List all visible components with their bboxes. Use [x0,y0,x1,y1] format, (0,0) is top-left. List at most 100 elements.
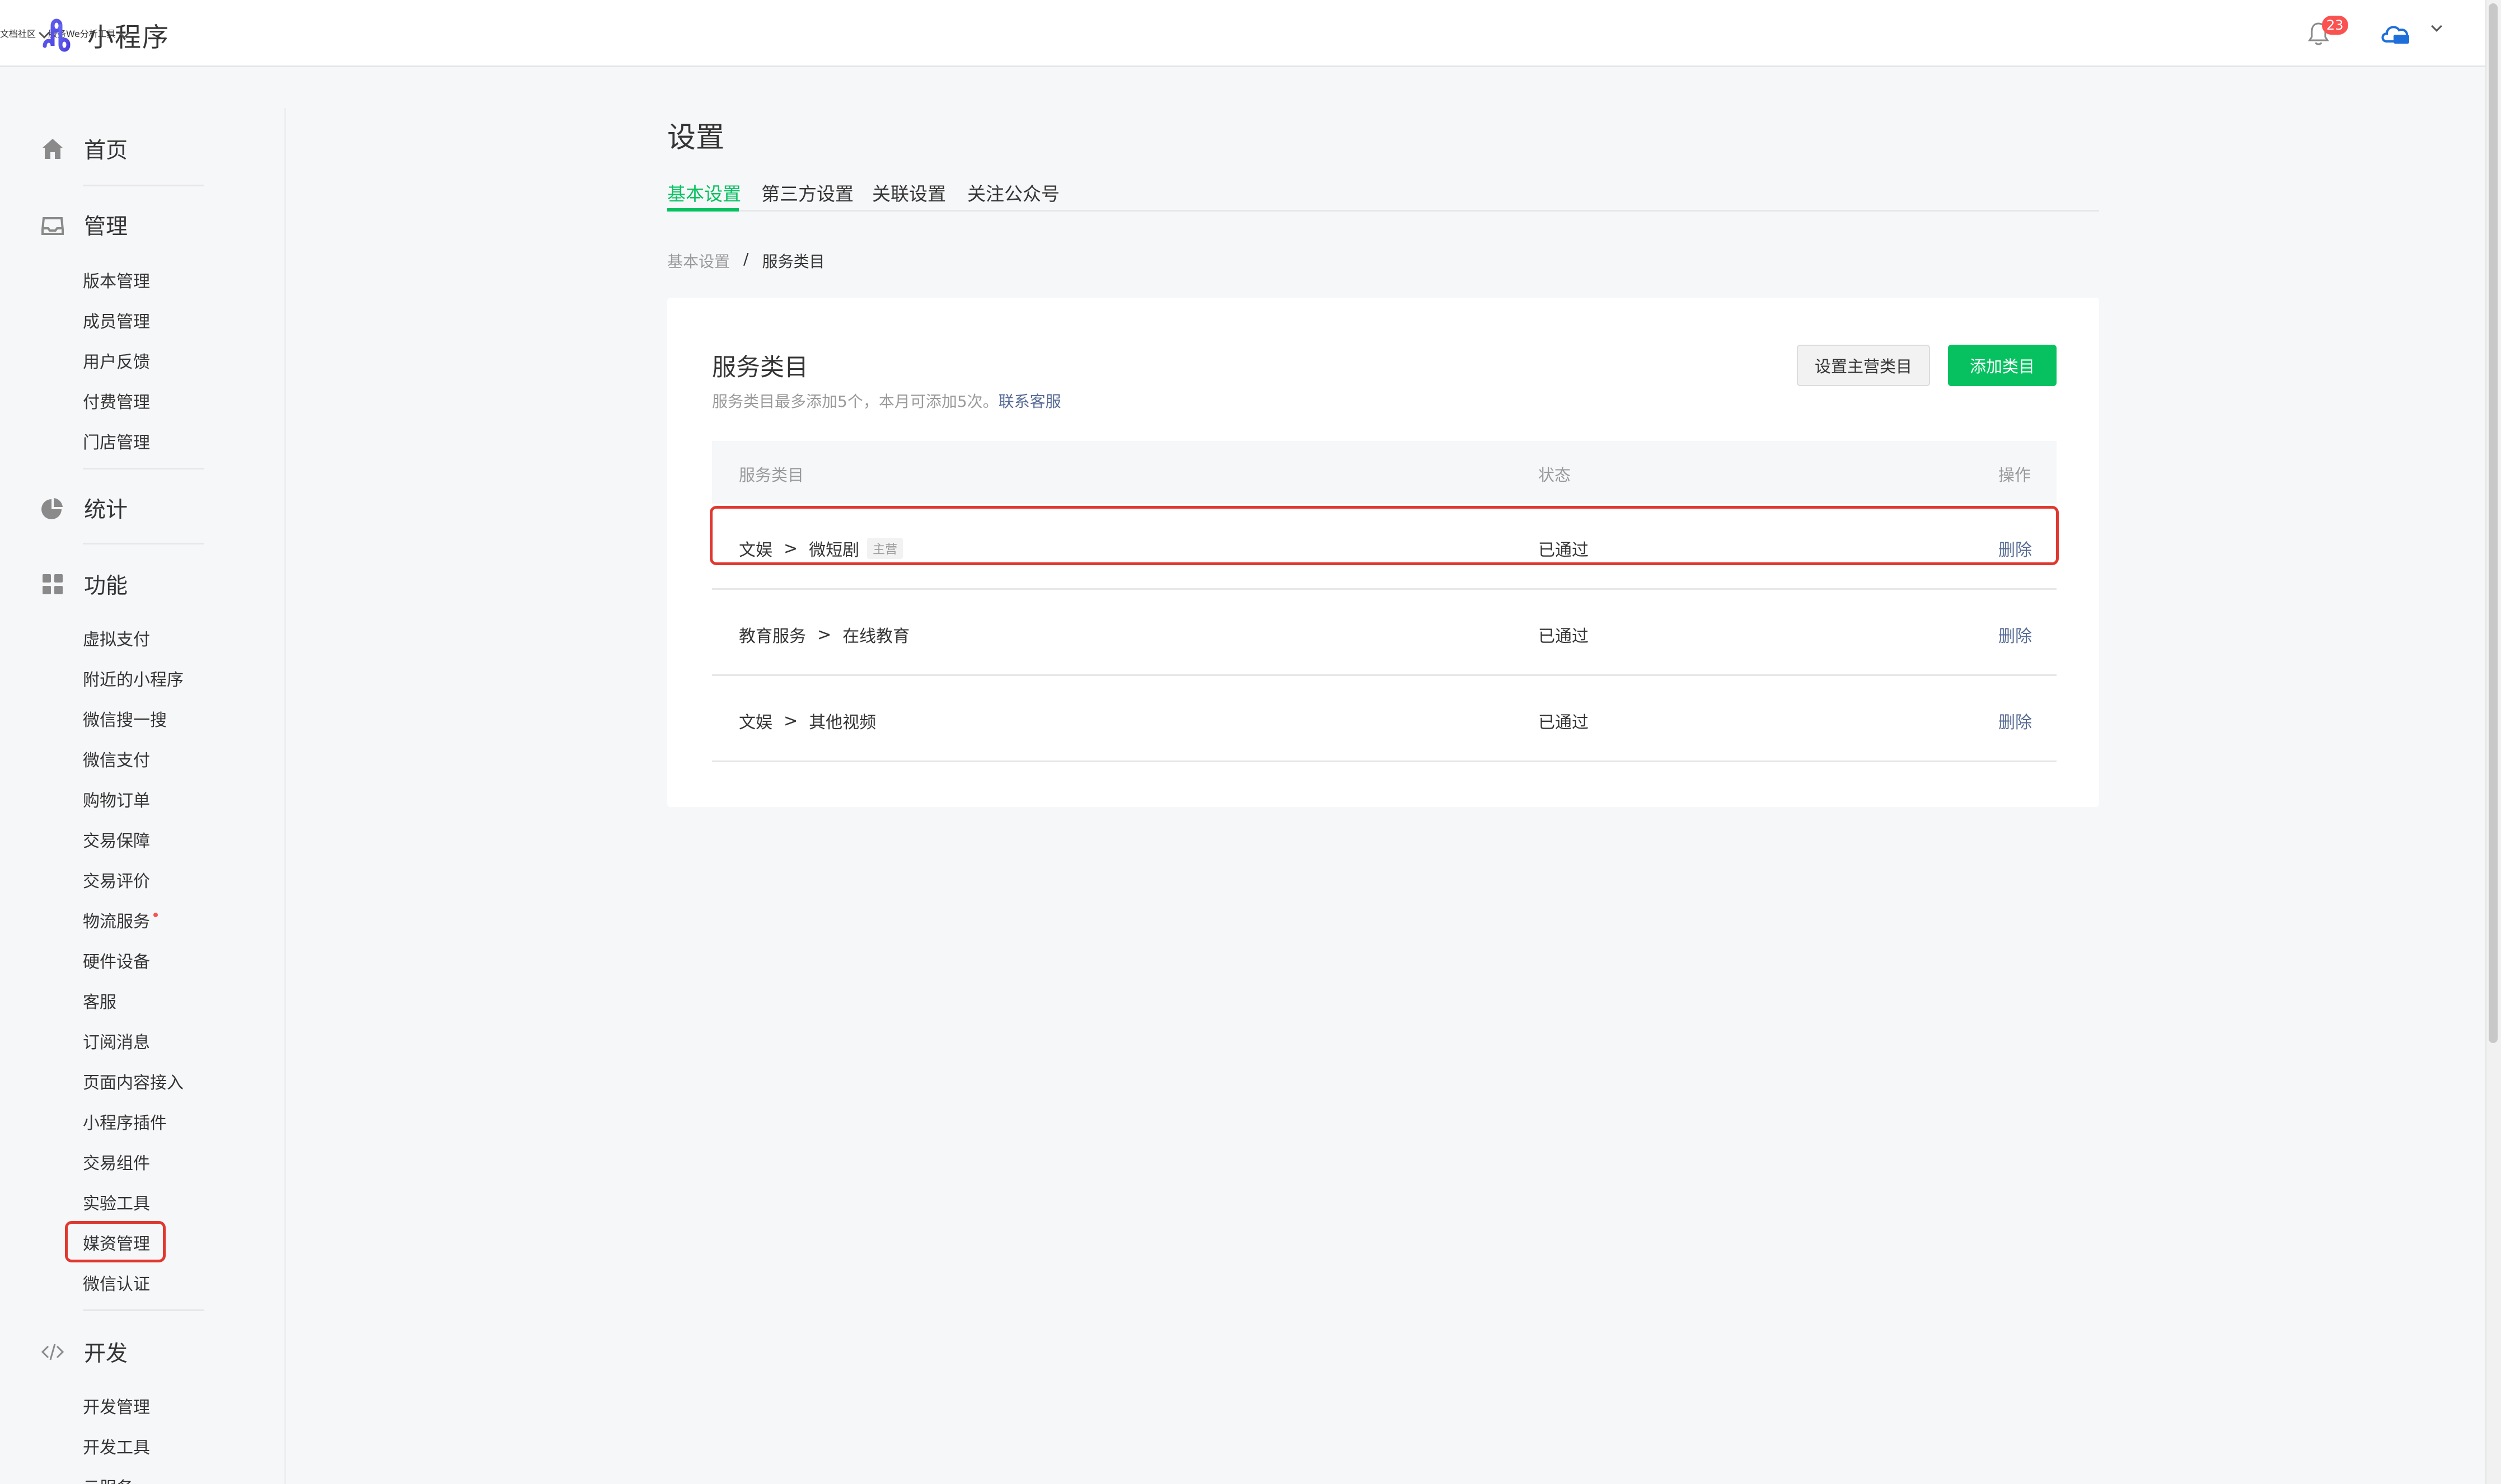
sidebar-separator [83,185,204,186]
column-header-category: 服务类目 [739,466,804,485]
sidebar-item-certification[interactable]: 微信认证 [83,1270,150,1295]
status-text: 已通过 [1538,713,1589,732]
nav-community[interactable]: 社区 [18,26,50,40]
sidebar-section-home[interactable]: 首页 [40,133,128,165]
top-header: 小程序 文档 社区 服务 We分析 工具 23 [0,0,2485,67]
app-name: 小程序 [87,22,170,53]
category-path: 文娱 > 其他视频 [739,708,876,733]
sidebar-item-page-content[interactable]: 页面内容接入 [83,1069,184,1093]
scrollbar-thumb[interactable] [2489,3,2498,1043]
sidebar-label-home: 首页 [84,138,128,163]
sidebar-separator [83,1309,204,1311]
sidebar-item-nearby[interactable]: 附近的小程序 [83,666,184,691]
table-row: 文娱 > 微短剧 主营 已通过 删除 [710,504,2059,590]
sidebar-item-virtual-pay[interactable]: 虚拟支付 [83,626,150,650]
sidebar-item-payment[interactable]: 付费管理 [83,388,150,413]
sidebar-label-features: 功能 [84,574,128,599]
set-main-category-button[interactable]: 设置主营类目 [1797,345,1930,386]
sidebar-item-trade-components[interactable]: 交易组件 [83,1149,150,1174]
service-category-card: 服务类目 服务类目最多添加5个，本月可添加5次。联系客服 设置主营类目 添加类目… [667,298,2099,807]
category-path: 教育服务 > 在线教育 [739,622,910,647]
category-separator: > [817,624,832,645]
category-separator: > [784,538,798,558]
sidebar-section-features[interactable]: 功能 [40,569,128,600]
category-level-2: 微短剧 [809,541,860,560]
category-separator: > [784,711,798,731]
code-icon [40,1340,65,1364]
page-title: 设置 [667,121,725,154]
card-description-text: 服务类目最多添加5个，本月可添加5次。 [712,392,999,411]
sidebar-item-feedback[interactable]: 用户反馈 [83,348,150,373]
table-header: 服务类目 状态 操作 [712,441,2057,504]
category-level-1: 文娱 [739,713,772,732]
sidebar-item-experiment[interactable]: 实验工具 [83,1190,150,1214]
add-category-button[interactable]: 添加类目 [1948,345,2057,386]
sidebar-label-dev: 开发 [84,1341,128,1366]
sidebar-divider [284,108,286,1484]
highlight-box [710,506,2059,565]
tab-basic-settings[interactable]: 基本设置 [667,179,741,206]
sidebar-item-guarantee[interactable]: 交易保障 [83,827,150,852]
sidebar-item-hardware[interactable]: 硬件设备 [83,948,150,973]
highlight-box [65,1221,166,1262]
sidebar-item-dev-tools[interactable]: 开发工具 [83,1434,150,1458]
inbox-icon [40,213,65,237]
card-title: 服务类目 [712,354,808,382]
main-category-tag: 主营 [867,538,903,559]
contact-support-link[interactable]: 联系客服 [999,392,1061,411]
breadcrumb-separator: / [743,250,749,268]
category-path: 文娱 > 微短剧 主营 [739,536,903,561]
sidebar-item-dev-manage[interactable]: 开发管理 [83,1393,150,1418]
sidebar-separator [83,543,204,544]
sidebar-separator [83,468,204,469]
pie-chart-icon [40,496,65,520]
tab-official-account[interactable]: 关注公众号 [967,179,1060,206]
sidebar-item-stores[interactable]: 门店管理 [83,429,150,453]
column-header-status: 状态 [1538,466,1571,485]
cloud-account-icon[interactable] [2379,20,2411,47]
breadcrumb: 基本设置 / 服务类目 [667,250,825,272]
tab-bar: 基本设置 第三方设置 关联设置 关注公众号 [667,176,2099,212]
sidebar-section-dev[interactable]: 开发 [40,1336,128,1368]
sidebar-item-reviews[interactable]: 交易评价 [83,867,150,892]
account-chevron-down-icon[interactable] [2431,21,2442,32]
sidebar-item-logistics[interactable]: 物流服务 [83,908,158,932]
active-tab-indicator [667,208,739,212]
tab-linked[interactable]: 关联设置 [872,179,946,206]
sidebar-item-search[interactable]: 微信搜一搜 [83,706,167,731]
sidebar-item-plugins[interactable]: 小程序插件 [83,1109,167,1134]
delete-link[interactable]: 删除 [1998,622,2032,647]
grid-icon [40,572,65,597]
delete-link[interactable]: 删除 [1998,536,2032,561]
sidebar-section-manage[interactable]: 管理 [40,209,128,241]
category-level-2: 在线教育 [842,627,910,646]
category-level-1: 文娱 [739,541,772,560]
sidebar-item-orders[interactable]: 购物订单 [83,787,150,811]
category-level-2: 其他视频 [809,713,877,732]
new-dot [153,913,158,917]
notification-badge: 23 [2322,16,2348,35]
sidebar-section-stats[interactable]: 统计 [40,492,128,524]
table-row: 教育服务 > 在线教育 已通过 删除 [712,590,2057,676]
card-description: 服务类目最多添加5个，本月可添加5次。联系客服 [712,389,1061,412]
sidebar-item-cloud[interactable]: 云服务 [83,1474,133,1484]
sidebar-item-customer-service[interactable]: 客服 [83,988,116,1013]
home-icon [40,137,65,161]
breadcrumb-current: 服务类目 [762,252,825,271]
status-text: 已通过 [1538,627,1589,646]
tab-third-party[interactable]: 第三方设置 [761,179,854,206]
category-level-1: 教育服务 [739,627,806,646]
sidebar-item-members[interactable]: 成员管理 [83,308,150,332]
nav-docs[interactable]: 文档 [0,26,18,40]
logo[interactable]: 小程序 [40,16,170,54]
table-row: 文娱 > 其他视频 已通过 删除 [712,676,2057,762]
sidebar-item-version[interactable]: 版本管理 [83,267,150,292]
sidebar-label-manage: 管理 [84,214,128,239]
column-header-action: 操作 [1998,466,2031,485]
sidebar-item-subscribe-msg[interactable]: 订阅消息 [83,1029,150,1053]
breadcrumb-basic-settings[interactable]: 基本设置 [667,250,730,272]
status-text: 已通过 [1538,541,1589,560]
sidebar-item-wechat-pay[interactable]: 微信支付 [83,746,150,771]
delete-link[interactable]: 删除 [1998,708,2032,733]
sidebar-label-stats: 统计 [84,497,128,523]
